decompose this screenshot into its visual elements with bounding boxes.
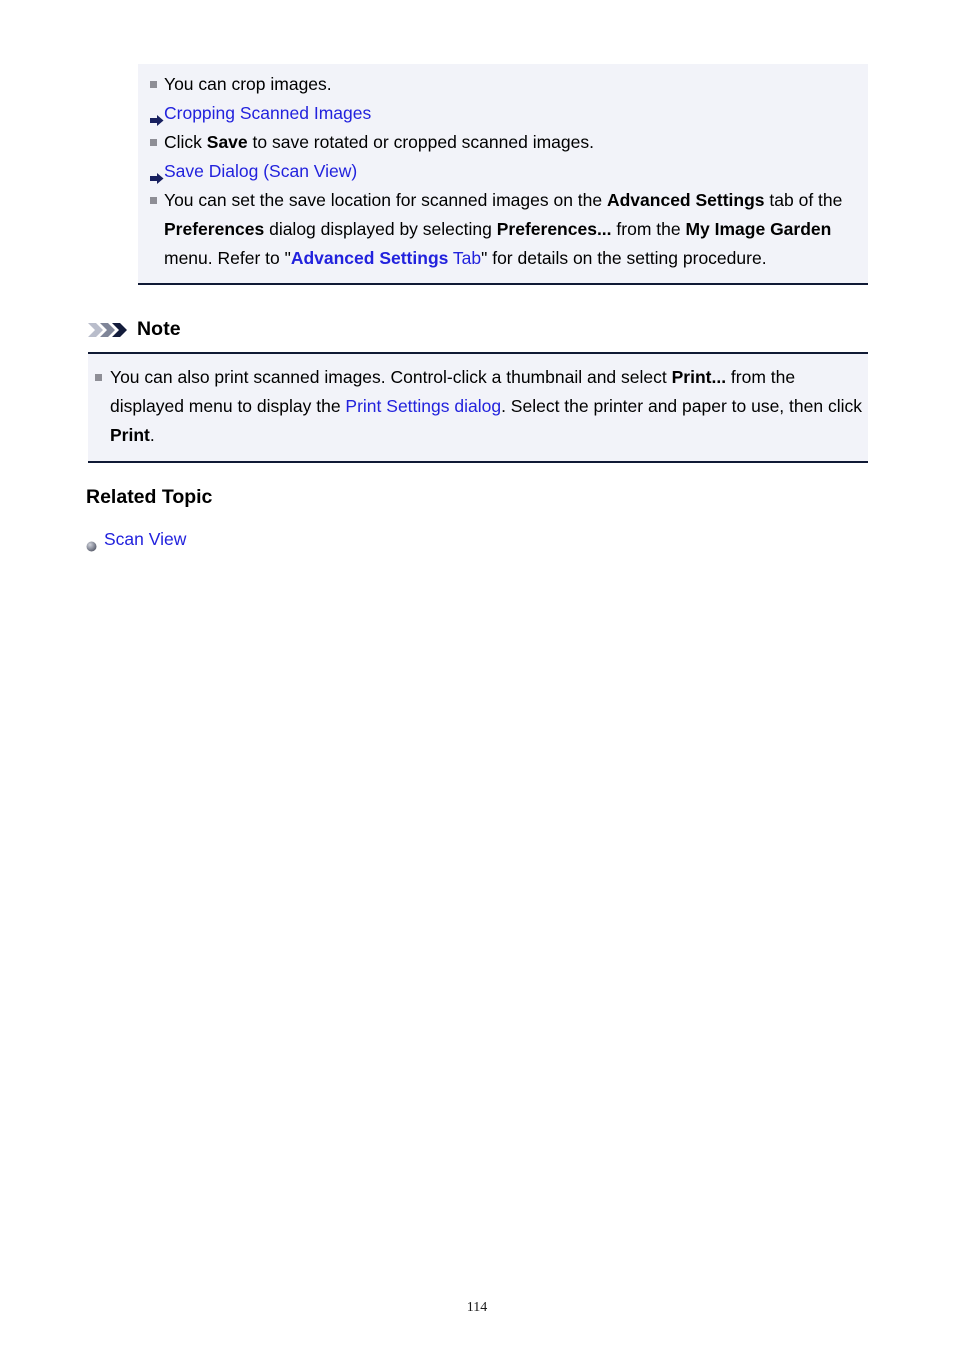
arrow-link-row[interactable]: Save Dialog (Scan View) <box>138 157 868 186</box>
document-page: You can crop images. Cropping Scanned Ima… <box>0 0 954 1350</box>
text-run: menu. Refer to " <box>164 248 291 268</box>
square-bullet-icon <box>150 197 157 204</box>
text-run: tab of the <box>764 190 843 210</box>
square-bullet-icon <box>95 374 102 381</box>
note-title: Note <box>137 318 181 340</box>
note-heading: Note <box>88 318 181 341</box>
bullet-list-item: You can also print scanned images. Contr… <box>88 363 868 450</box>
inline-link[interactable]: Save Dialog (Scan View) <box>164 161 357 181</box>
text-run: . Select the printer and paper to use, t… <box>501 396 862 416</box>
text-run: Click <box>164 132 207 152</box>
inline-link[interactable]: Advanced Settings <box>291 248 449 268</box>
text-run: You can also print scanned images. Contr… <box>110 367 672 387</box>
emphasis-text: Save <box>206 132 248 152</box>
inline-link[interactable]: Print Settings dialog <box>345 396 501 416</box>
emphasis-text: My Image Garden <box>685 219 832 239</box>
triple-chevron-icon <box>88 322 130 338</box>
bullet-list-item: You can crop images. <box>138 70 868 99</box>
item-text: You can also print scanned images. Contr… <box>110 367 862 445</box>
text-run: from the <box>611 219 686 239</box>
info-panel: You can crop images. Cropping Scanned Ima… <box>138 64 868 285</box>
text-run: " for details on the setting procedure. <box>481 248 767 268</box>
emphasis-text: Preferences <box>164 219 265 239</box>
arrow-right-icon <box>150 165 164 184</box>
bullet-list-item: Click Save to save rotated or cropped sc… <box>138 128 868 157</box>
text-run: . <box>149 425 155 445</box>
item-text: Cropping Scanned Images <box>164 103 371 123</box>
related-topic-link-row[interactable]: Scan View <box>86 526 186 552</box>
square-bullet-icon <box>150 81 157 88</box>
emphasis-text: Advanced Settings <box>606 190 765 210</box>
related-topic-link[interactable]: Scan View <box>104 529 186 549</box>
text-run: You can crop images. <box>164 74 332 94</box>
inline-link[interactable]: Cropping Scanned Images <box>164 103 371 123</box>
arrow-link-row[interactable]: Cropping Scanned Images <box>138 99 868 128</box>
item-text: You can crop images. <box>164 74 332 94</box>
emphasis-text: Print... <box>671 367 727 387</box>
inline-link[interactable]: Tab <box>448 248 481 268</box>
sphere-bullet-icon <box>86 533 97 552</box>
note-panel: You can also print scanned images. Contr… <box>88 352 868 463</box>
note-panel-items: You can also print scanned images. Contr… <box>88 363 868 450</box>
related-topic-heading: Related Topic <box>86 486 213 508</box>
arrow-right-icon <box>150 107 164 126</box>
square-bullet-icon <box>150 139 157 146</box>
text-run: You can set the save location for scanne… <box>164 190 607 210</box>
info-panel-items: You can crop images. Cropping Scanned Ima… <box>138 70 868 273</box>
bullet-list-item: You can set the save location for scanne… <box>138 186 868 273</box>
item-text: Click Save to save rotated or cropped sc… <box>164 132 594 152</box>
text-run: dialog displayed by selecting <box>264 219 497 239</box>
emphasis-text: Print <box>110 425 150 445</box>
page-number: 114 <box>466 1300 488 1315</box>
text-run: to save rotated or cropped scanned image… <box>247 132 594 152</box>
item-text: Save Dialog (Scan View) <box>164 161 357 181</box>
item-text: You can set the save location for scanne… <box>164 190 842 268</box>
emphasis-text: Preferences... <box>496 219 612 239</box>
